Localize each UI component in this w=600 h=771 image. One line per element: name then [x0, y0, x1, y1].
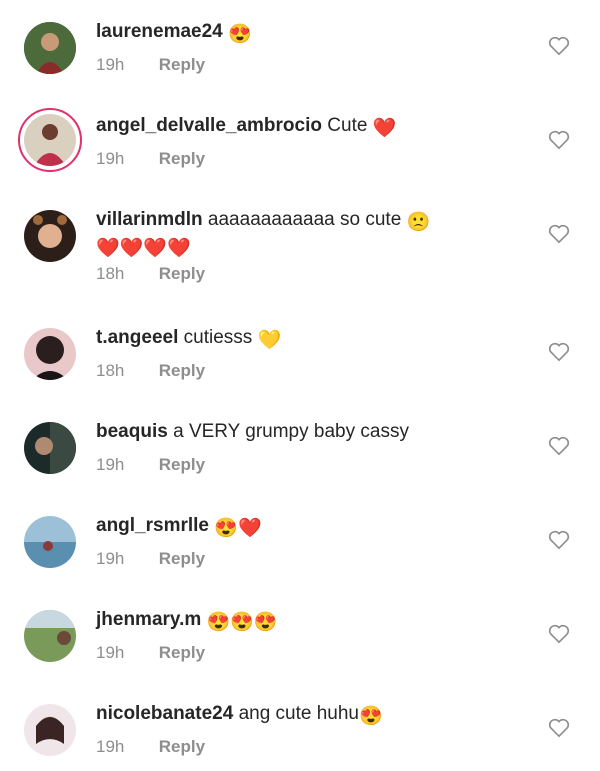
comment-username[interactable]: nicolebanate24 [96, 703, 233, 724]
avatar[interactable] [24, 22, 76, 74]
comment-time: 19h [96, 737, 125, 756]
reply-button[interactable]: Reply [159, 643, 205, 662]
heart-outline-icon[interactable] [548, 718, 570, 738]
avatar[interactable] [24, 704, 76, 756]
avatar[interactable] [24, 516, 76, 568]
comment-text: Cute [327, 115, 368, 136]
comment-text: a VERY grumpy baby cassy [173, 421, 409, 442]
comment-username[interactable]: jhenmary.m [96, 609, 201, 630]
avatar[interactable] [24, 328, 76, 380]
avatar[interactable] [24, 610, 76, 662]
heart-outline-icon[interactable] [548, 342, 570, 362]
comment-username[interactable]: laurenemae24 [96, 21, 223, 42]
reply-button[interactable]: Reply [159, 264, 205, 283]
frowning-face-emoji: 🙁 [406, 212, 431, 233]
heart-eyes-emoji: 😍 [228, 24, 252, 45]
heart-outline-icon[interactable] [548, 130, 570, 150]
comment-username[interactable]: angel_delvalle_ambrocio [96, 115, 322, 136]
comment-time: 18h [96, 361, 125, 380]
heart-outline-icon[interactable] [548, 36, 570, 56]
avatar[interactable] [24, 210, 76, 262]
reply-button[interactable]: Reply [159, 149, 205, 168]
reply-button[interactable]: Reply [159, 737, 205, 756]
comment-time: 19h [96, 643, 125, 662]
comment-text-line2: ❤️❤️❤️❤️ [96, 238, 191, 259]
heart-eyes-emoji-triple: 😍😍😍 [206, 612, 278, 633]
reply-button[interactable]: Reply [159, 55, 205, 74]
comment-text: cutiesss [183, 327, 253, 348]
avatar[interactable] [24, 422, 76, 474]
avatar [24, 114, 76, 166]
avatar-story-ring[interactable] [18, 108, 82, 172]
heart-outline-icon[interactable] [548, 624, 570, 644]
comment-username[interactable]: villarinmdln [96, 209, 203, 230]
comment-text: ang cute huhu [238, 703, 360, 724]
heart-outline-icon[interactable] [548, 530, 570, 550]
reply-button[interactable]: Reply [159, 455, 205, 474]
comment-time: 18h [96, 264, 125, 283]
comment-time: 19h [96, 149, 125, 168]
comment-time: 19h [96, 455, 125, 474]
heart-eyes-emoji: 😍 [359, 706, 383, 727]
comment-time: 19h [96, 549, 125, 568]
heart-outline-icon[interactable] [548, 436, 570, 456]
comment-time: 19h [96, 55, 125, 74]
reply-button[interactable]: Reply [159, 361, 205, 380]
comment-username[interactable]: beaquis [96, 421, 168, 442]
heart-outline-icon[interactable] [548, 224, 570, 244]
comment-username[interactable]: angl_rsmrlle [96, 515, 209, 536]
yellow-heart-emoji: 💛 [257, 330, 282, 351]
comment-text: aaaaaaaaaaaa so cute [207, 209, 402, 230]
heart-eyes-red-heart-emoji: 😍❤️ [214, 518, 262, 539]
comment-username[interactable]: t.angeeel [96, 327, 178, 348]
reply-button[interactable]: Reply [159, 549, 205, 568]
red-heart-emoji: ❤️ [372, 118, 397, 139]
